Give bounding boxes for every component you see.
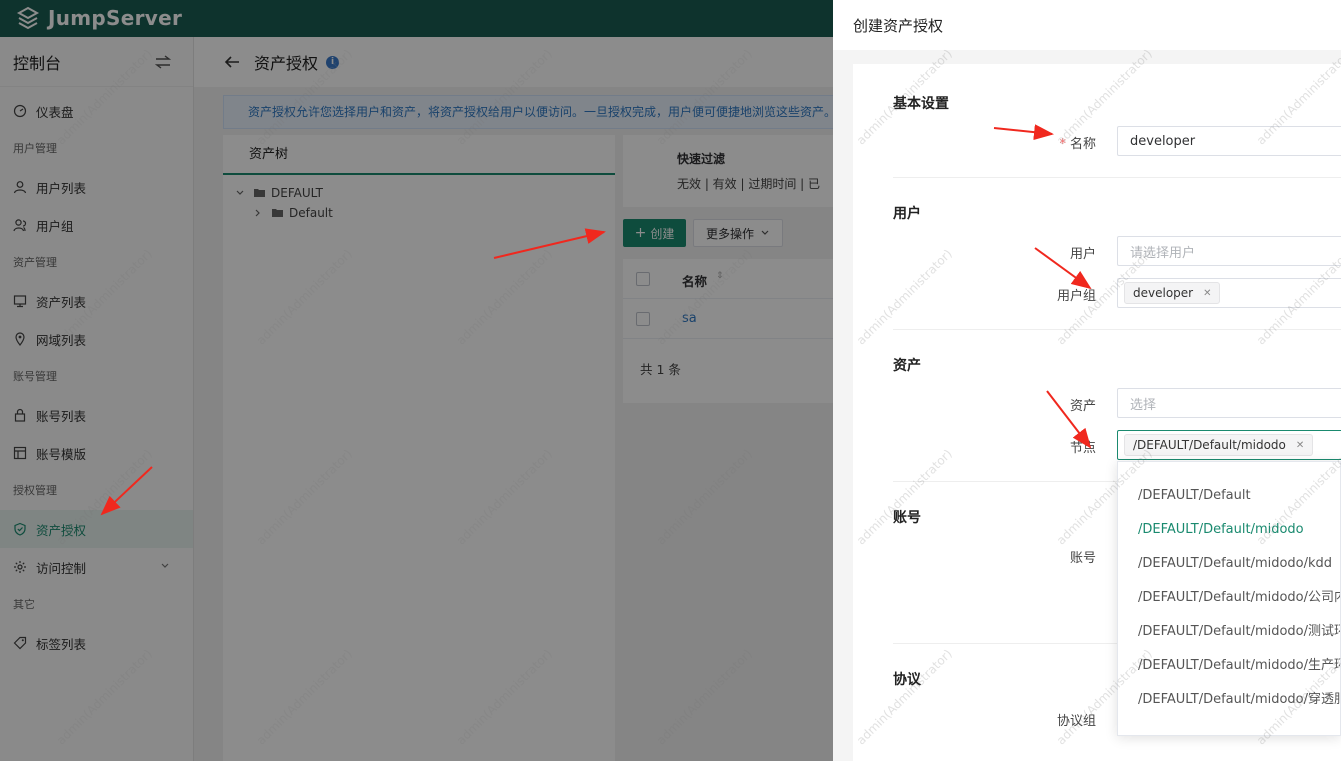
asset-label: 资产 — [1069, 399, 1096, 414]
close-icon[interactable]: ✕ — [1203, 288, 1211, 299]
section-basic: 基本设置 — [893, 96, 949, 112]
section-user: 用户 — [893, 206, 921, 222]
dropdown-option[interactable]: /DEFAULT/Default/midodo/公司内 — [1118, 581, 1340, 615]
dropdown-option[interactable]: /DEFAULT/Default/midodo/生产环 — [1118, 649, 1340, 683]
user-label: 用户 — [1069, 247, 1096, 262]
usergroup-select[interactable]: developer ✕ — [1117, 278, 1341, 308]
user-select[interactable]: 请选择用户 — [1117, 236, 1341, 266]
node-select[interactable]: /DEFAULT/Default/midodo ✕ — [1117, 430, 1341, 460]
node-dropdown: /DEFAULT/DEFAULT/Default/DEFAULT/Default… — [1117, 461, 1341, 736]
dropdown-option[interactable]: /DEFAULT — [1118, 462, 1340, 475]
name-input[interactable]: developer — [1117, 126, 1341, 156]
divider — [893, 177, 1341, 178]
node-label: 节点 — [1069, 441, 1096, 456]
close-icon[interactable]: ✕ — [1296, 440, 1304, 451]
user-select-placeholder: 请选择用户 — [1130, 245, 1196, 261]
dropdown-option[interactable]: /DEFAULT/Default/midodo/kdd — [1118, 547, 1340, 581]
app-root: JumpServer 控制台 仪表盘 用户管理 用户列表 用户组 资产管理 资产列表 网域列… — [0, 0, 1341, 761]
modal-overlay[interactable] — [0, 0, 833, 761]
asset-select[interactable]: 选择 — [1117, 388, 1341, 418]
drawer-title: 创建资产授权 — [833, 0, 1341, 50]
asset-select-placeholder: 选择 — [1130, 397, 1157, 413]
section-account: 账号 — [893, 510, 921, 526]
dropdown-option[interactable]: /DEFAULT/Default/midodo — [1118, 513, 1340, 547]
dropdown-option[interactable]: /DEFAULT/Default/midodo/穿透服 — [1118, 683, 1340, 717]
divider — [893, 329, 1341, 330]
dropdown-option[interactable]: /DEFAULT/Default — [1118, 479, 1340, 513]
usergroup-tag: developer ✕ — [1124, 282, 1221, 304]
name-label: * 名称 — [1059, 137, 1096, 152]
required-asterisk: * — [1059, 137, 1066, 152]
section-protocol: 协议 — [893, 672, 921, 688]
section-asset: 资产 — [893, 358, 921, 374]
protocol-label: 协议组 — [1056, 714, 1096, 729]
account-label: 账号 — [1069, 551, 1096, 566]
node-tag: /DEFAULT/Default/midodo ✕ — [1124, 434, 1314, 456]
dropdown-option[interactable]: /DEFAULT/Default/midodo/测试环 — [1118, 615, 1340, 649]
usergroup-label: 用户组 — [1056, 289, 1096, 304]
